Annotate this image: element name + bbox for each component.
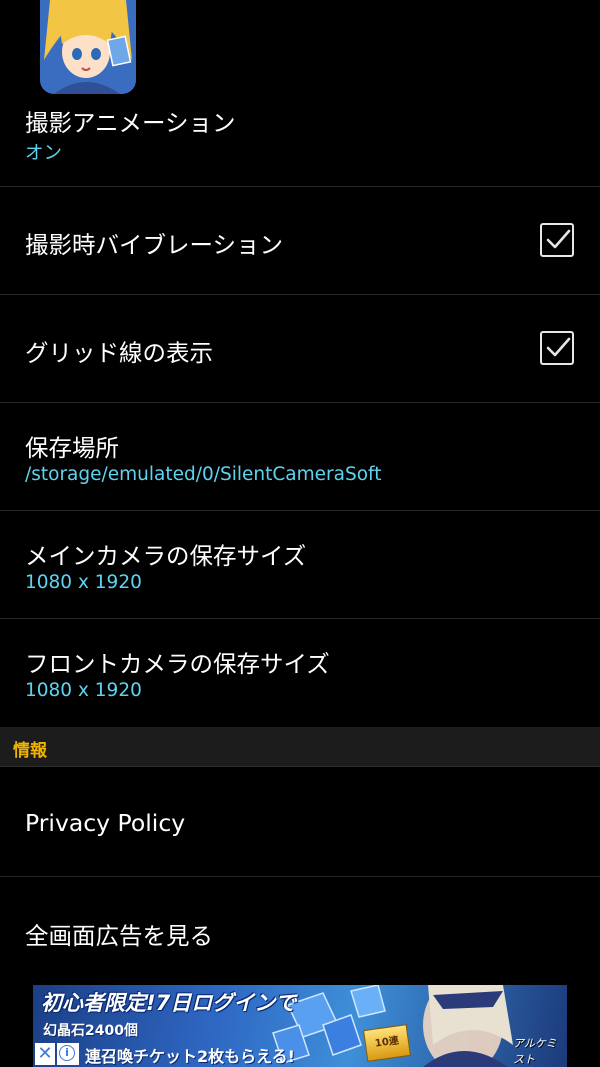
setting-title: グリッド線の表示 <box>25 339 213 367</box>
setting-value: 1080 x 1920 <box>25 680 142 701</box>
privacy-policy-label: Privacy Policy <box>25 809 186 837</box>
ad-info-button[interactable]: i <box>57 1043 79 1065</box>
fullscreen-ad-label: 全画面広告を見る <box>25 922 213 950</box>
setting-title: フロントカメラの保存サイズ <box>25 650 330 678</box>
setting-value: /storage/emulated/0/SilentCameraSoft <box>25 464 382 485</box>
ad-ticket: 10連 <box>362 1024 412 1062</box>
close-icon[interactable]: ✕ <box>35 1043 55 1065</box>
ad-logo: アルケミスト <box>513 1037 557 1066</box>
setting-value: 1080 x 1920 <box>25 572 142 593</box>
setting-value: オン <box>25 143 63 164</box>
ad-headline: 初心者限定!7日ログインで <box>41 991 297 1015</box>
grid-lines-checkbox[interactable] <box>540 331 574 365</box>
setting-grid-lines[interactable]: グリッド線の表示 <box>0 295 600 403</box>
setting-title: 保存場所 <box>25 434 119 462</box>
ad-offer: 連召喚チケット2枚もらえる! <box>85 1047 295 1066</box>
setting-title: 撮影アニメーション <box>25 109 236 137</box>
setting-title: 撮影時バイブレーション <box>25 231 284 259</box>
info-icon: i <box>59 1045 75 1061</box>
checkmark-icon <box>546 337 571 357</box>
vibration-checkbox[interactable] <box>540 223 574 257</box>
fullscreen-ad-item[interactable]: 全画面広告を見る <box>0 877 600 985</box>
setting-title: メインカメラの保存サイズ <box>25 542 307 570</box>
ad-banner[interactable]: 初心者限定!7日ログインで 幻晶石2400個 連召喚チケット2枚もらえる! 10… <box>33 985 567 1067</box>
app-avatar <box>40 0 136 94</box>
setting-front-camera-size[interactable]: フロントカメラの保存サイズ 1080 x 1920 <box>0 619 600 727</box>
checkmark-icon <box>546 229 571 249</box>
setting-main-camera-size[interactable]: メインカメラの保存サイズ 1080 x 1920 <box>0 511 600 619</box>
setting-save-location[interactable]: 保存場所 /storage/emulated/0/SilentCameraSof… <box>0 403 600 511</box>
setting-shoot-animation[interactable]: 撮影アニメーション オン <box>0 94 600 187</box>
section-header-label: 情報 <box>13 741 47 761</box>
privacy-policy-item[interactable]: Privacy Policy <box>0 767 600 877</box>
setting-shoot-vibration[interactable]: 撮影時バイブレーション <box>0 187 600 295</box>
ad-subline: 幻晶石2400個 <box>43 1023 138 1039</box>
section-header-info: 情報 <box>0 727 600 767</box>
